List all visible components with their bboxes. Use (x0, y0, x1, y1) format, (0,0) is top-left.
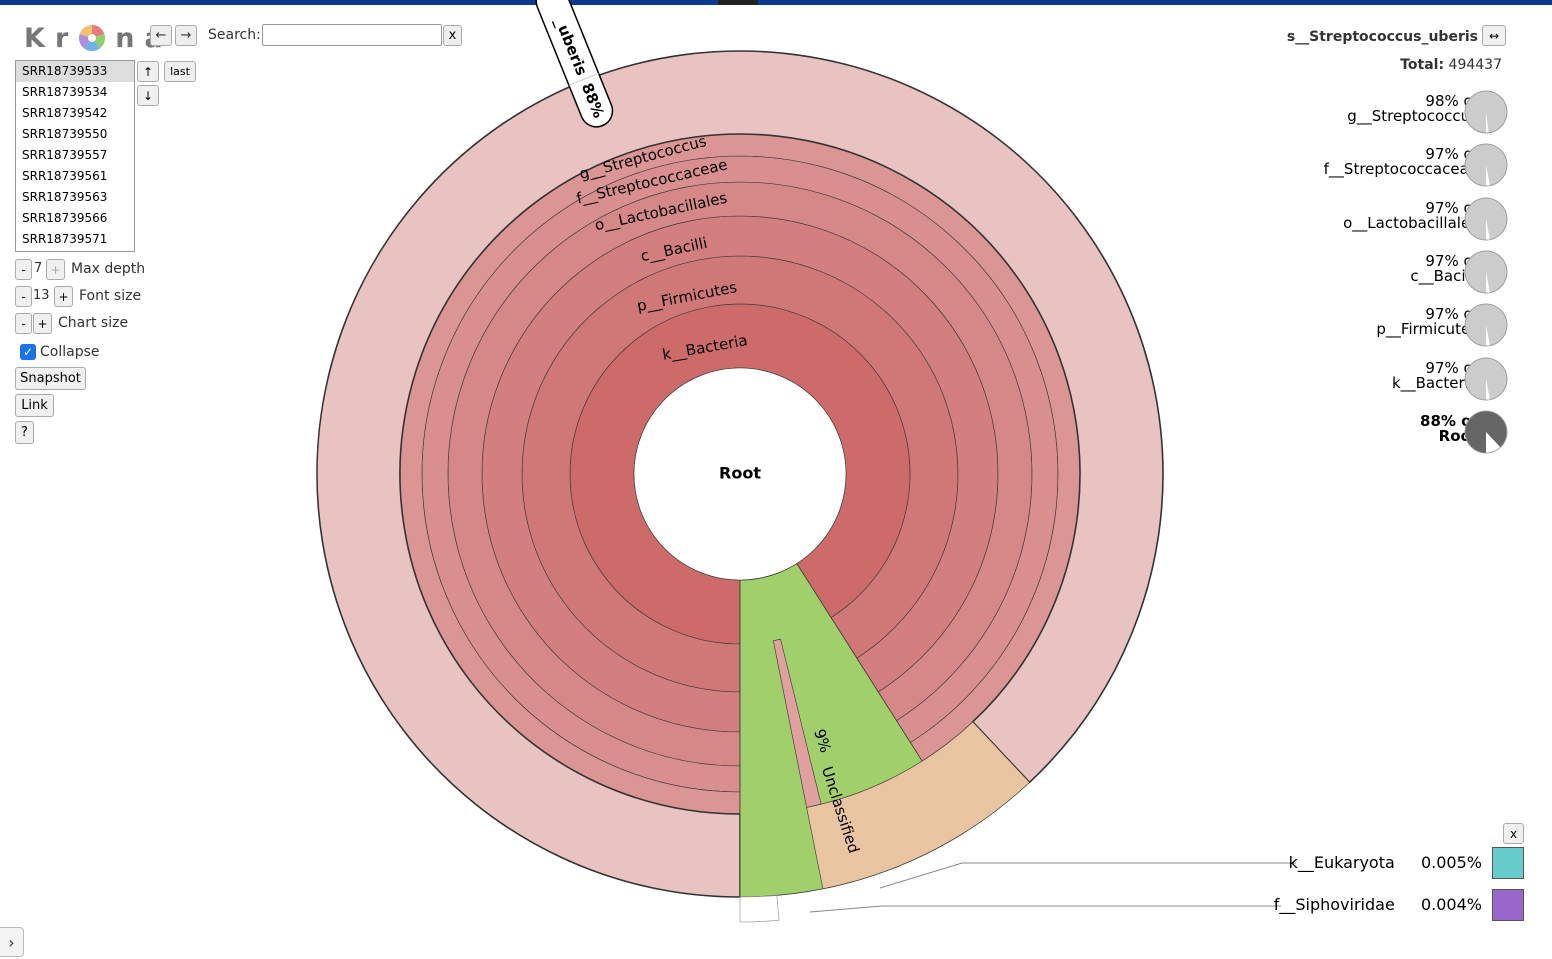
hidden-legend-row-eukaryota[interactable]: k__Eukaryota 0.005% (1289, 853, 1482, 872)
ancestor-row[interactable]: 97% of f__Streptococcaceae (1324, 147, 1478, 177)
hidden-legend-close-button[interactable]: x (1503, 823, 1524, 844)
selected-node-title: s__Streptococcus_uberis (1286, 29, 1478, 45)
ancestor-pie-icon (1464, 303, 1508, 347)
hidden-legend-percent: 0.004% (1420, 895, 1482, 914)
ancestor-pie-icon (1464, 143, 1508, 187)
hidden-legend-swatch (1492, 889, 1524, 921)
ancestor-pie-icon (1464, 90, 1508, 134)
ancestor-pie-icon (1464, 410, 1508, 454)
ancestor-row[interactable]: 97% of o__Lactobacillales (1343, 200, 1478, 232)
total-count: Total: 494437 (1400, 57, 1502, 73)
hidden-legend-name: f__Siphoviridae (1273, 895, 1395, 914)
leader-line-eukaryota (879, 862, 1296, 889)
ancestor-name: g__Streptococcus (1347, 107, 1478, 125)
hidden-legend-name: k__Eukaryota (1288, 853, 1395, 872)
total-value: 494437 (1448, 57, 1502, 73)
ancestor-row[interactable]: 97% of p__Firmicutes (1376, 307, 1478, 337)
total-label: Total: (1400, 57, 1445, 73)
leader-line-siphoviridae (809, 905, 1281, 913)
ancestor-pie-icon (1464, 250, 1508, 294)
hidden-legend-percent: 0.005% (1420, 853, 1482, 872)
sidebar-toggle-button[interactable]: › (0, 927, 24, 957)
ancestor-pie-icon (1464, 197, 1508, 240)
sunburst-chart[interactable]: Rootk__Bacteriap__Firmicutesc__Bacillio_… (0, 0, 1552, 959)
ancestor-name: f__Streptococcaceae (1323, 160, 1478, 179)
sunburst-center-label: Root (719, 464, 761, 483)
ancestor-name: p__Firmicutes (1376, 320, 1478, 339)
ancestor-name: o__Lactobacillales (1343, 213, 1478, 232)
ancestor-row[interactable]: 98% of g__Streptococcus (1347, 94, 1478, 124)
expand-details-button[interactable]: ↔ (1482, 25, 1506, 46)
hidden-legend-swatch (1492, 847, 1524, 879)
hidden-legend-row-siphoviridae[interactable]: f__Siphoviridae 0.004% (1274, 895, 1482, 914)
ancestor-pie-icon (1464, 357, 1508, 400)
sunburst-segment-hidden-items[interactable] (739, 895, 780, 923)
